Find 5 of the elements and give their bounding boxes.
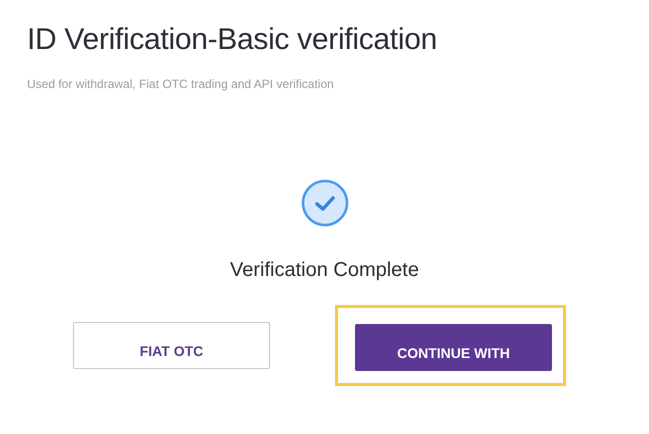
action-button[interactable]: FIAT OTC	[73, 322, 270, 369]
status-text: Verification Complete	[230, 258, 419, 283]
action-button[interactable]: CONTINUE WITH	[355, 324, 552, 371]
page-subtitle: Used for withdrawal, Fiat OTC trading and API verification	[27, 76, 335, 93]
page-title: ID Verification-Basic verification	[27, 22, 438, 58]
